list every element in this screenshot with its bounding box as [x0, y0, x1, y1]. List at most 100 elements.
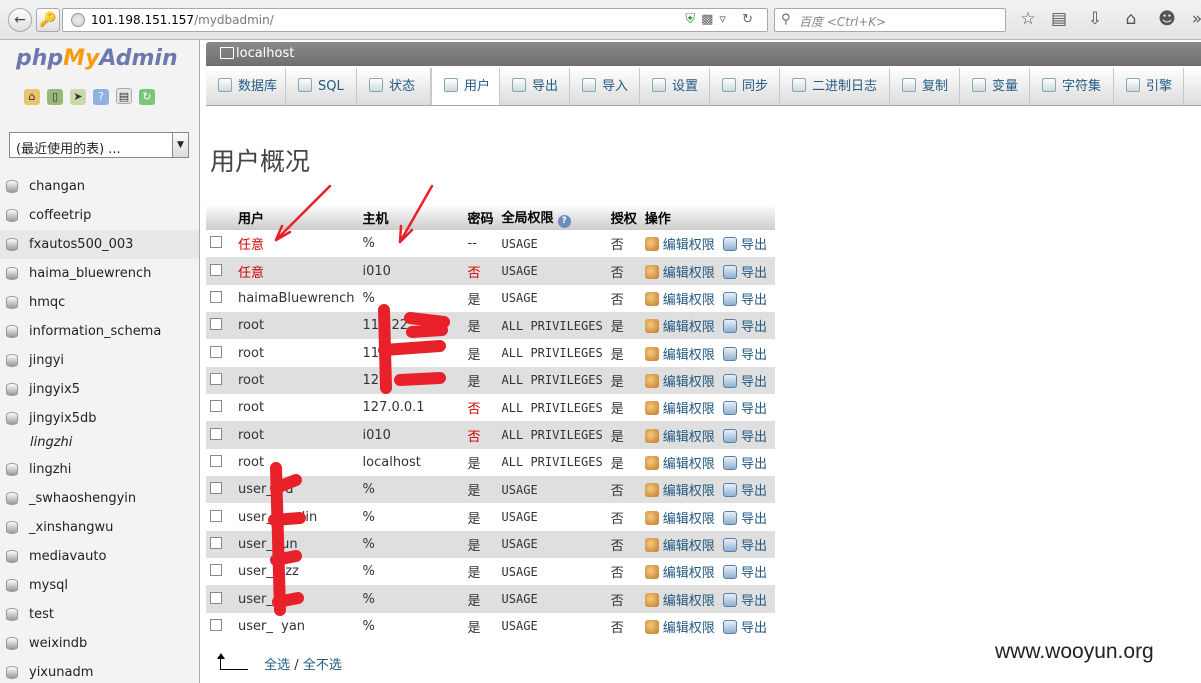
- export-link[interactable]: 导出: [723, 428, 767, 445]
- row-checkbox[interactable]: [210, 509, 222, 522]
- row-checkbox[interactable]: [210, 454, 222, 467]
- doc-page-icon[interactable]: ▤: [116, 88, 132, 104]
- row-checkbox[interactable]: [210, 400, 222, 413]
- row-checkbox[interactable]: [210, 372, 222, 385]
- header-user[interactable]: 用户: [234, 204, 359, 230]
- query-window-icon[interactable]: ➤: [70, 89, 86, 105]
- db-item-changan[interactable]: changan: [0, 172, 199, 201]
- row-checkbox[interactable]: [210, 564, 222, 577]
- recent-tables-select[interactable]: (最近使用的表) ... ▼: [9, 132, 189, 158]
- address-bar[interactable]: 101.198.151.157/mydbadmin/ ⛨▩▿ ↻: [62, 8, 768, 32]
- edit-privileges-link[interactable]: 编辑权限: [644, 619, 715, 636]
- db-item-swhaoshengyin[interactable]: _swhaoshengyin: [0, 484, 199, 513]
- db-item-lingzhi[interactable]: lingzhi: [0, 455, 199, 484]
- tab-import[interactable]: 导入: [570, 68, 640, 105]
- row-checkbox[interactable]: [210, 618, 222, 631]
- select-all-link[interactable]: 全选: [264, 658, 290, 673]
- tab-replication[interactable]: 复制: [890, 68, 960, 105]
- row-checkbox[interactable]: [210, 290, 222, 303]
- tab-settings[interactable]: 设置: [640, 68, 710, 105]
- tab-export[interactable]: 导出: [500, 68, 570, 105]
- edit-privileges-link[interactable]: 编辑权限: [644, 483, 715, 499]
- db-subitem-lingzhi[interactable]: lingzhi: [0, 433, 199, 455]
- edit-privileges-link[interactable]: 编辑权限: [644, 537, 715, 554]
- export-link[interactable]: 导出: [723, 619, 767, 636]
- row-checkbox[interactable]: [210, 536, 222, 549]
- edit-privileges-link[interactable]: 编辑权限: [644, 264, 715, 281]
- db-item-test[interactable]: test: [0, 600, 199, 629]
- export-link[interactable]: 导出: [723, 373, 767, 390]
- tab-status[interactable]: 状态: [357, 68, 431, 105]
- row-checkbox[interactable]: [210, 482, 222, 495]
- edit-privileges-link[interactable]: 编辑权限: [644, 319, 715, 335]
- reload-nav-icon[interactable]: ↻: [139, 89, 155, 105]
- tab-sync[interactable]: 同步: [710, 68, 780, 105]
- tab-charset[interactable]: 字符集: [1030, 68, 1114, 105]
- home-icon[interactable]: ⌂: [24, 89, 40, 105]
- export-link[interactable]: 导出: [723, 483, 767, 499]
- row-checkbox[interactable]: [210, 345, 222, 358]
- export-link[interactable]: 导出: [723, 291, 767, 308]
- db-item-jingyi[interactable]: jingyi: [0, 346, 199, 375]
- export-link[interactable]: 导出: [723, 237, 767, 253]
- db-item-coffeetrip[interactable]: coffeetrip: [0, 201, 199, 230]
- reload-icon[interactable]: ↻: [742, 12, 759, 27]
- db-item-hmqc[interactable]: hmqc: [0, 288, 199, 317]
- chat-icon[interactable]: ☻: [1156, 9, 1178, 29]
- export-link[interactable]: 导出: [723, 401, 767, 417]
- search-box[interactable]: ⚲ 百度 <Ctrl+K>: [774, 8, 1006, 32]
- tab-variables[interactable]: 变量: [960, 68, 1030, 105]
- tab-engines[interactable]: 引擎: [1114, 68, 1184, 105]
- db-item-information_schema[interactable]: information_schema: [0, 317, 199, 346]
- export-link[interactable]: 导出: [723, 537, 767, 554]
- edit-privileges-link[interactable]: 编辑权限: [644, 401, 715, 417]
- overflow-icon[interactable]: »: [1186, 9, 1201, 29]
- dropdown-icon[interactable]: ▿: [719, 12, 732, 27]
- home-icon[interactable]: ⌂: [1120, 9, 1142, 29]
- qr-code-icon[interactable]: ▩: [701, 12, 719, 27]
- phpmyadmin-logo[interactable]: phpMyAdmin: [16, 46, 178, 71]
- bookmark-star-icon[interactable]: ☆: [1017, 9, 1039, 29]
- exit-icon[interactable]: ▯: [47, 89, 63, 105]
- edit-privileges-link[interactable]: 编辑权限: [644, 455, 715, 472]
- docs-icon[interactable]: ?: [93, 89, 109, 105]
- row-checkbox[interactable]: [210, 427, 222, 440]
- edit-privileges-link[interactable]: 编辑权限: [644, 346, 715, 363]
- download-icon[interactable]: ⇩: [1084, 9, 1106, 29]
- tab-sql[interactable]: SQL: [286, 68, 357, 105]
- export-link[interactable]: 导出: [723, 510, 767, 527]
- db-item-xinshangwu[interactable]: _xinshangwu: [0, 513, 199, 542]
- export-link[interactable]: 导出: [723, 592, 767, 609]
- export-link[interactable]: 导出: [723, 346, 767, 363]
- db-item-mysql[interactable]: mysql: [0, 571, 199, 600]
- row-checkbox[interactable]: [210, 236, 222, 249]
- db-item-jingyix5[interactable]: jingyix5: [0, 375, 199, 404]
- help-icon[interactable]: ?: [557, 214, 571, 228]
- row-checkbox[interactable]: [210, 591, 222, 604]
- row-checkbox[interactable]: [210, 318, 222, 331]
- edit-privileges-link[interactable]: 编辑权限: [644, 592, 715, 609]
- select-none-link[interactable]: 全不选: [303, 658, 342, 673]
- site-identity-icon[interactable]: 🔑: [36, 8, 60, 32]
- tab-users[interactable]: 用户: [431, 68, 500, 105]
- db-item-fxautos500_003[interactable]: fxautos500_003: [0, 230, 199, 259]
- back-button[interactable]: ←: [8, 8, 32, 32]
- shield-icon[interactable]: ⛨: [685, 12, 701, 27]
- db-item-weixindb[interactable]: weixindb: [0, 629, 199, 658]
- db-item-jingyix5db[interactable]: jingyix5db: [0, 404, 199, 433]
- header-host[interactable]: 主机: [358, 204, 464, 230]
- row-checkbox[interactable]: [210, 263, 222, 276]
- edit-privileges-link[interactable]: 编辑权限: [644, 428, 715, 445]
- db-item-haima_bluewrench[interactable]: haima_bluewrench: [0, 259, 199, 288]
- edit-privileges-link[interactable]: 编辑权限: [644, 237, 715, 253]
- server-breadcrumb[interactable]: localhost: [206, 42, 1201, 66]
- export-link[interactable]: 导出: [723, 264, 767, 281]
- db-item-mediavauto[interactable]: mediavauto: [0, 542, 199, 571]
- edit-privileges-link[interactable]: 编辑权限: [644, 565, 715, 581]
- edit-privileges-link[interactable]: 编辑权限: [644, 373, 715, 390]
- bookmarks-list-icon[interactable]: ▤: [1048, 9, 1070, 29]
- db-item-yixunadm[interactable]: yixunadm: [0, 658, 199, 683]
- export-link[interactable]: 导出: [723, 565, 767, 581]
- tab-databases[interactable]: 数据库: [206, 68, 286, 105]
- tab-binlog[interactable]: 二进制日志: [780, 68, 890, 105]
